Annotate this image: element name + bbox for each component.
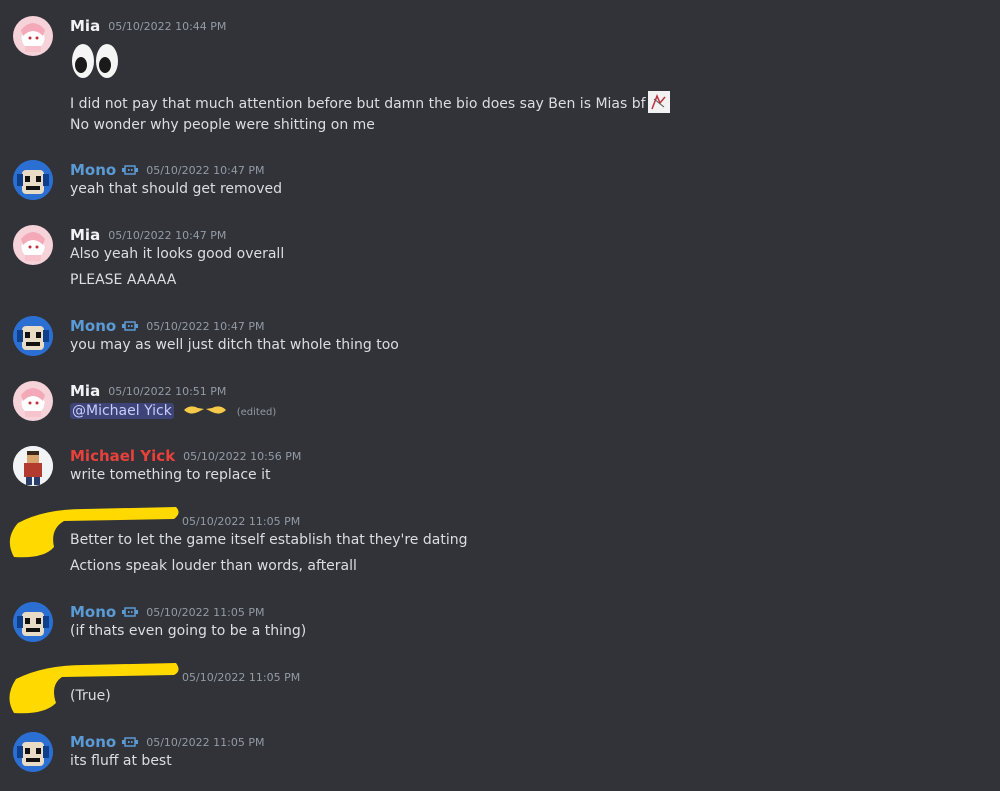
timestamp: 05/10/2022 10:56 PM (183, 449, 302, 463)
custom-emoji-icon (647, 91, 670, 113)
bot-badge-icon (122, 607, 139, 617)
username[interactable]: Mono (70, 161, 116, 179)
message-header: Mono 05/10/2022 11:05 PM (70, 732, 264, 752)
user-mention[interactable]: @Michael Yick (70, 403, 174, 419)
timestamp: 05/10/2022 11:05 PM (182, 670, 301, 684)
timestamp: 05/10/2022 10:44 PM (108, 19, 227, 33)
avatar[interactable] (13, 16, 53, 56)
username[interactable]: Mono (70, 317, 116, 335)
timestamp: 05/10/2022 11:05 PM (182, 514, 301, 528)
timestamp: 05/10/2022 11:05 PM (146, 735, 265, 749)
message-text: (if thats even going to be a thing) (70, 623, 307, 639)
message-header: Mia 05/10/2022 10:47 PM (70, 225, 226, 245)
message-header: 05/10/2022 11:05 PM (70, 511, 300, 531)
message-header: Mia 05/10/2022 10:51 PM (70, 381, 226, 401)
avatar[interactable] (13, 732, 53, 772)
message-header: Mono 05/10/2022 10:47 PM (70, 160, 264, 180)
eyes-emoji (70, 42, 120, 84)
username[interactable]: Michael Yick (70, 447, 175, 465)
eyes-icon (72, 44, 118, 78)
message-header: 05/10/2022 11:05 PM (70, 667, 300, 687)
bot-badge-icon (122, 321, 139, 331)
message-header: Mono 05/10/2022 10:47 PM (70, 316, 264, 336)
timestamp: 05/10/2022 10:47 PM (146, 163, 265, 177)
username[interactable]: Mia (70, 382, 100, 400)
message-text: yeah that should get removed (70, 181, 283, 197)
avatar[interactable] (13, 316, 53, 356)
avatar[interactable] (13, 446, 53, 486)
message-text: PLEASE AAAAA (70, 272, 177, 288)
message-text: write tomething to replace it (70, 467, 271, 483)
avatar[interactable] (13, 225, 53, 265)
message-header: Mia 05/10/2022 10:44 PM (70, 16, 226, 36)
timestamp: 05/10/2022 10:51 PM (108, 384, 227, 398)
username[interactable]: Mono (70, 603, 116, 621)
message-text: @Michael Yick (edited) (70, 402, 276, 419)
pointing-hands-icon (184, 406, 227, 414)
message-text: you may as well just ditch that whole th… (70, 337, 399, 353)
message-text: (True) (70, 688, 111, 704)
message-header: Michael Yick 05/10/2022 10:56 PM (70, 446, 301, 466)
username[interactable]: Mia (70, 17, 100, 35)
message-text: I did not pay that much attention before… (70, 91, 670, 113)
username[interactable]: Mono (70, 733, 116, 751)
message-text: Better to let the game itself establish … (70, 532, 468, 548)
avatar[interactable] (13, 160, 53, 200)
bot-badge-icon (122, 165, 139, 175)
avatar[interactable] (13, 602, 53, 642)
redaction-scribble (9, 663, 179, 714)
bot-badge-icon (122, 737, 139, 747)
timestamp: 05/10/2022 10:47 PM (108, 228, 227, 242)
message-text: No wonder why people were shitting on me (70, 117, 375, 133)
message-text: its fluff at best (70, 753, 172, 769)
message-text: Also yeah it looks good overall (70, 246, 285, 262)
username[interactable]: Mia (70, 226, 100, 244)
message-text: Actions speak louder than words, afteral… (70, 558, 357, 574)
message-text-content: I did not pay that much attention before… (70, 96, 646, 112)
avatar[interactable] (13, 381, 53, 421)
timestamp: 05/10/2022 10:47 PM (146, 319, 265, 333)
timestamp: 05/10/2022 11:05 PM (146, 605, 265, 619)
message-header: Mono 05/10/2022 11:05 PM (70, 602, 264, 622)
edited-label: (edited) (236, 407, 277, 418)
